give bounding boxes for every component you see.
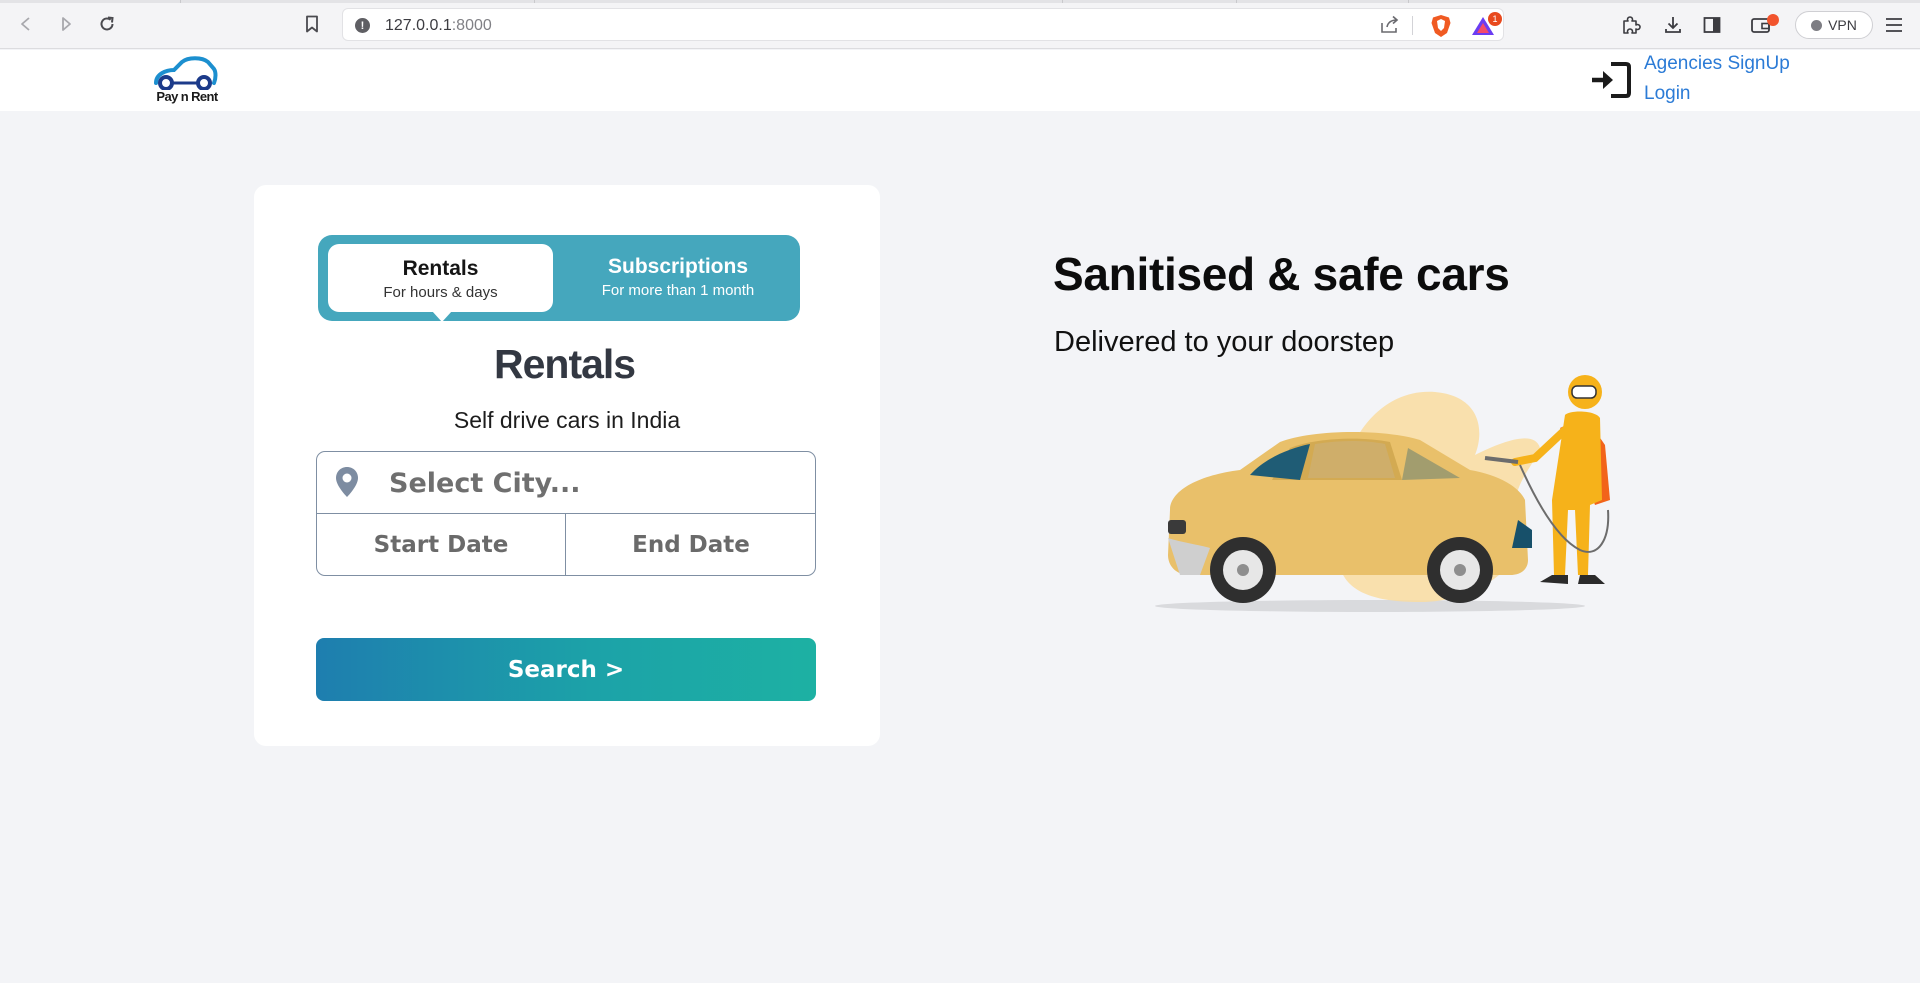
vpn-button[interactable]: VPN xyxy=(1795,11,1873,39)
back-icon xyxy=(21,17,30,31)
tab-rentals[interactable]: Rentals For hours & days xyxy=(328,244,553,322)
brave-shields-icon[interactable] xyxy=(1430,14,1452,38)
sidebar-button[interactable] xyxy=(1700,13,1724,37)
search-card: Rentals For hours & days Subscriptions F… xyxy=(254,185,880,746)
sidebar-icon xyxy=(1703,17,1721,33)
tab-subscriptions-title: Subscriptions xyxy=(607,255,749,278)
wallet-notification-dot xyxy=(1767,14,1779,26)
city-row xyxy=(317,452,815,514)
puzzle-icon xyxy=(1623,16,1641,34)
start-date-field[interactable]: Start Date xyxy=(317,514,566,575)
car-logo-icon xyxy=(154,56,218,90)
download-icon xyxy=(1665,17,1681,33)
tab-rentals-subtitle: For hours & days xyxy=(383,284,498,301)
search-form: Start Date End Date xyxy=(316,451,816,576)
hero-title: Sanitised & safe cars xyxy=(1053,248,1510,300)
tab-rentals-title: Rentals xyxy=(402,257,479,280)
end-date-field[interactable]: End Date xyxy=(567,514,815,575)
hamburger-icon xyxy=(1886,18,1902,32)
site-header: Pay n Rent Agencies SignUp Login xyxy=(0,50,1920,111)
browser-toolbar: ! 127.0.0.1:8000 1 VPN xyxy=(0,0,1920,49)
url-text[interactable]: 127.0.0.1:8000 xyxy=(385,17,492,35)
rentals-brand-logo: Rentals xyxy=(494,341,644,387)
tagline: Self drive cars in India xyxy=(453,407,681,433)
tab-subscriptions[interactable]: Subscriptions For more than 1 month xyxy=(563,244,793,312)
reload-button[interactable] xyxy=(95,12,119,36)
city-input[interactable] xyxy=(389,462,799,504)
url-divider xyxy=(1412,16,1413,35)
downloads-button[interactable] xyxy=(1661,13,1685,37)
location-pin-icon xyxy=(336,467,358,497)
hero-subtitle: Delivered to your doorstep xyxy=(1054,326,1395,358)
forward-button[interactable] xyxy=(54,12,78,36)
bookmark-icon xyxy=(306,15,318,33)
tab-strip xyxy=(0,0,1920,3)
tab-subscriptions-subtitle: For more than 1 month xyxy=(601,282,755,299)
logo-text: Pay n Rent xyxy=(156,89,218,104)
bookmark-button[interactable] xyxy=(300,12,324,36)
rewards-badge: 1 xyxy=(1488,12,1502,26)
vpn-label: VPN xyxy=(1828,17,1857,33)
extensions-button[interactable] xyxy=(1619,13,1643,37)
agencies-signup-link[interactable]: Agencies SignUp xyxy=(1644,53,1790,75)
reload-icon xyxy=(100,16,114,31)
address-bar[interactable]: ! 127.0.0.1:8000 1 xyxy=(342,8,1504,41)
browser-menu-button[interactable] xyxy=(1882,13,1906,37)
sanitising-car-illustration xyxy=(1155,375,1610,612)
rentals-brand-text: Rentals xyxy=(494,341,636,387)
login-icon[interactable] xyxy=(1590,61,1632,99)
product-tabs: Rentals For hours & days Subscriptions F… xyxy=(318,235,800,322)
vpn-status-icon xyxy=(1811,19,1823,31)
site-info-icon[interactable]: ! xyxy=(355,18,370,33)
login-link[interactable]: Login xyxy=(1644,83,1691,105)
share-icon[interactable] xyxy=(1379,15,1401,35)
search-button[interactable]: Search > xyxy=(316,638,816,701)
forward-icon xyxy=(62,17,71,31)
paynrent-logo[interactable]: Pay n Rent xyxy=(152,56,218,108)
back-button[interactable] xyxy=(14,12,38,36)
